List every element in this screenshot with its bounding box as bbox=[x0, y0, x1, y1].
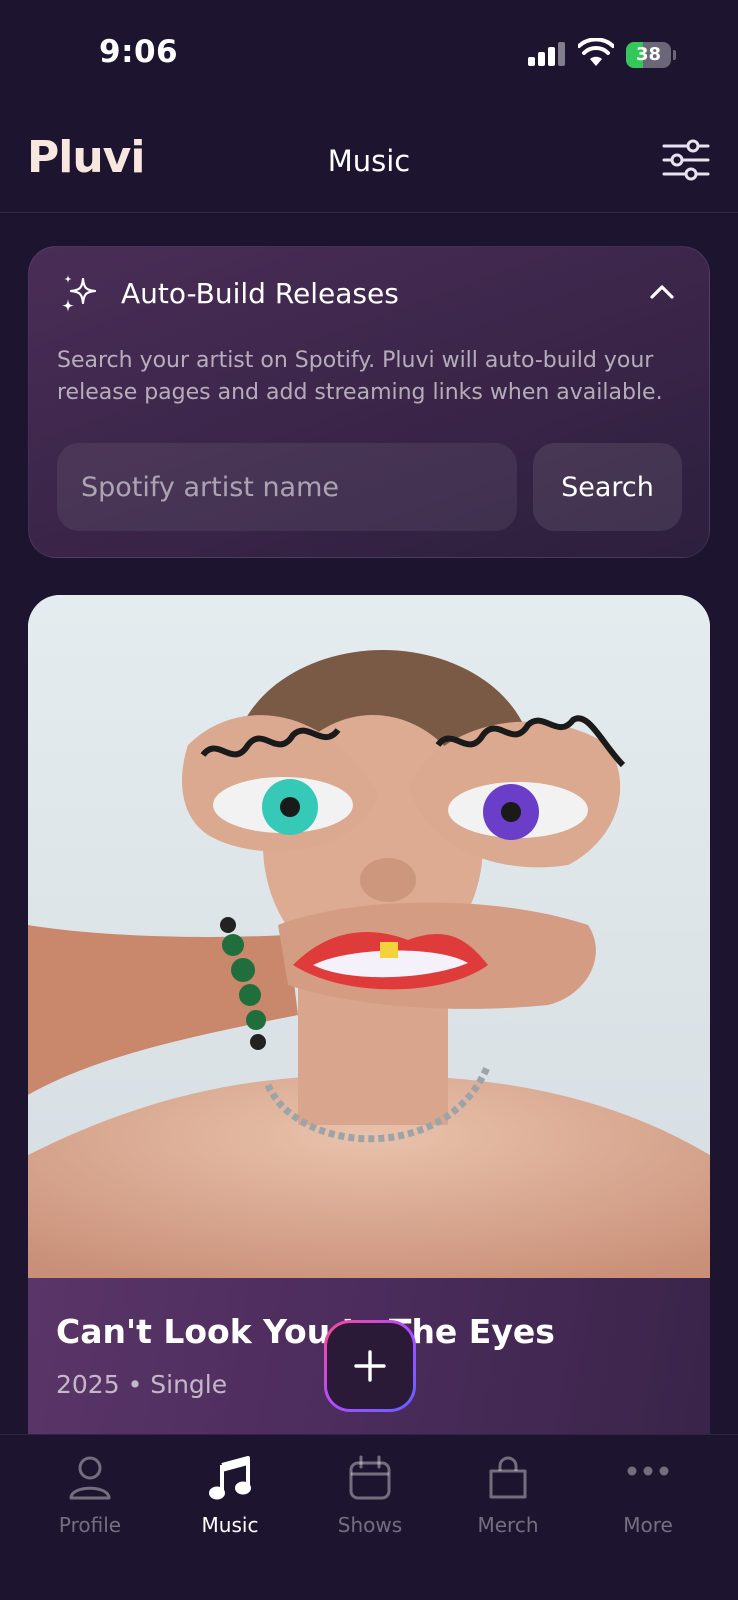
nav-item-shows[interactable]: Shows bbox=[300, 1435, 440, 1555]
spotify-artist-input[interactable] bbox=[57, 443, 517, 531]
status-time: 9:06 bbox=[99, 34, 179, 70]
calendar-icon bbox=[349, 1455, 391, 1500]
more-dots-icon bbox=[627, 1466, 669, 1476]
music-screen: 9:06 38 Pluvi Music Auto-Build Releases … bbox=[0, 0, 738, 1600]
app-header: Pluvi Music bbox=[0, 112, 738, 213]
nav-item-profile[interactable]: Profile bbox=[20, 1435, 160, 1555]
nav-label-profile: Profile bbox=[58, 1513, 122, 1537]
release-card[interactable]: Can't Look You In The Eyes 2025 • Single bbox=[28, 595, 710, 1435]
search-button[interactable]: Search bbox=[533, 443, 682, 531]
auto-build-description: Search your artist on Spotify. Pluvi wil… bbox=[57, 348, 663, 405]
plus-icon bbox=[354, 1350, 386, 1382]
page-title: Music bbox=[327, 144, 411, 178]
auto-build-card: Auto-Build Releases Search your artist o… bbox=[28, 246, 710, 558]
shopping-bag-icon bbox=[489, 1456, 527, 1499]
cellular-signal-icon bbox=[528, 42, 566, 66]
battery-icon: 38 bbox=[626, 42, 676, 68]
sparkles-icon bbox=[62, 275, 97, 312]
nav-item-more[interactable]: More bbox=[578, 1435, 718, 1555]
nav-item-music[interactable]: Music bbox=[160, 1435, 300, 1555]
nav-label-shows: Shows bbox=[337, 1513, 403, 1537]
auto-build-title: Auto-Build Releases bbox=[121, 277, 399, 310]
release-cover-image bbox=[28, 595, 710, 1278]
add-button[interactable] bbox=[324, 1320, 416, 1412]
music-note-icon bbox=[209, 1456, 251, 1500]
battery-level: 38 bbox=[635, 44, 662, 65]
release-meta: 2025 • Single bbox=[56, 1370, 228, 1399]
chevron-up-icon[interactable] bbox=[647, 277, 677, 307]
release-title: Can't Look You In The Eyes bbox=[56, 1312, 555, 1351]
nav-item-merch[interactable]: Merch bbox=[438, 1435, 578, 1555]
status-bar: 9:06 38 bbox=[0, 0, 738, 110]
nav-label-music: Music bbox=[201, 1513, 259, 1537]
person-icon bbox=[69, 1456, 111, 1500]
nav-label-more: More bbox=[623, 1513, 673, 1537]
nav-label-merch: Merch bbox=[477, 1513, 539, 1537]
bottom-nav: Profile Music Shows Merch More bbox=[0, 1434, 738, 1600]
sliders-icon[interactable] bbox=[661, 138, 711, 182]
wifi-icon bbox=[578, 38, 614, 66]
